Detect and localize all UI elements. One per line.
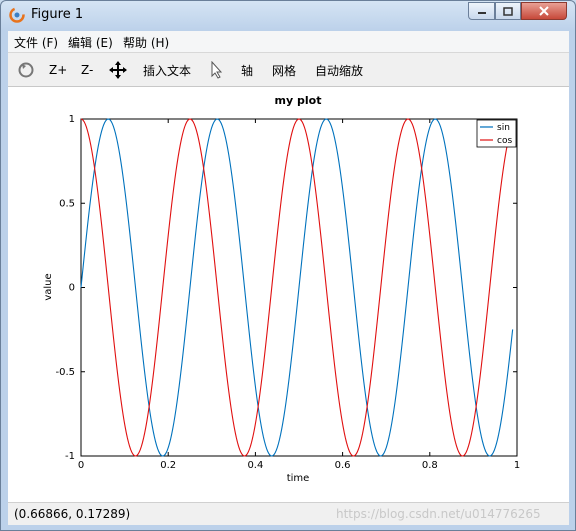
x-tick-label: 0.2 bbox=[160, 460, 176, 471]
y-tick-label: -1 bbox=[65, 451, 75, 462]
x-tick-label: 0 bbox=[78, 460, 84, 471]
zoom-in-button[interactable]: Z+ bbox=[49, 59, 67, 81]
menu-help[interactable]: 帮助 (H) bbox=[123, 34, 169, 51]
autoscale-button[interactable]: 自动缩放 bbox=[315, 59, 363, 81]
octave-app-icon bbox=[9, 7, 25, 23]
zoom-out-button[interactable]: Z- bbox=[81, 59, 93, 81]
rotate-button[interactable] bbox=[17, 59, 35, 81]
status-bar: (0.66866, 0.17289) https://blog.csdn.net… bbox=[8, 502, 569, 525]
y-tick-label: 0 bbox=[69, 283, 75, 294]
cursor-arrow-icon bbox=[211, 61, 223, 79]
menu-edit[interactable]: 编辑 (E) bbox=[68, 34, 113, 51]
x-tick-label: 0.4 bbox=[247, 460, 263, 471]
rotate-icon bbox=[18, 62, 34, 78]
menu-file[interactable]: 文件 (F) bbox=[14, 34, 58, 51]
menu-bar: 文件 (F) 编辑 (E) 帮助 (H) bbox=[8, 31, 569, 53]
maximize-button[interactable] bbox=[495, 2, 521, 20]
toolbar: Z+ Z- 插入文本 轴 网格 自动缩放 bbox=[8, 53, 569, 87]
x-tick-label: 0.8 bbox=[422, 460, 438, 471]
window-title: Figure 1 bbox=[31, 7, 84, 22]
client-area: 文件 (F) 编辑 (E) 帮助 (H) Z+ Z- 插入文本 轴 网格 自动缩… bbox=[8, 31, 569, 525]
close-button[interactable] bbox=[521, 2, 567, 20]
minimize-button[interactable] bbox=[468, 2, 495, 20]
plot-svg[interactable]: my plot 0 0.2 0.4 0.6 0.8 1 -1 -0.5 0 0.5 1 time v… bbox=[8, 87, 569, 502]
legend-label-sin: sin bbox=[497, 123, 510, 133]
minimize-icon bbox=[477, 12, 486, 14]
y-axis-label: value bbox=[43, 273, 54, 300]
legend-label-cos: cos bbox=[497, 136, 512, 146]
title-bar[interactable]: Figure 1 bbox=[1, 1, 575, 31]
x-axis-label: time bbox=[287, 473, 310, 484]
x-tick-label: 0.6 bbox=[335, 460, 351, 471]
axis-button[interactable]: 轴 bbox=[241, 59, 253, 81]
figure-window: Figure 1 文件 (F) 编辑 (E) 帮助 (H) Z+ Z- 插入文本… bbox=[0, 0, 576, 531]
maximize-icon bbox=[503, 6, 513, 16]
insert-text-button[interactable]: 插入文本 bbox=[143, 59, 191, 81]
y-tick-label: 0.5 bbox=[59, 198, 75, 209]
y-tick-label: 1 bbox=[69, 114, 75, 125]
grid-button[interactable]: 网格 bbox=[272, 59, 296, 81]
pan-arrows-icon bbox=[109, 61, 127, 79]
close-icon bbox=[539, 6, 549, 16]
pan-button[interactable] bbox=[109, 59, 127, 81]
select-button[interactable] bbox=[210, 59, 224, 81]
figure-canvas[interactable]: my plot 0 0.2 0.4 0.6 0.8 1 -1 -0.5 0 0.5 1 time v… bbox=[8, 87, 569, 502]
legend: sin cos bbox=[476, 119, 517, 148]
watermark-text: https://blog.csdn.net/u014776265 bbox=[336, 507, 541, 521]
cursor-coordinates: (0.66866, 0.17289) bbox=[14, 507, 131, 521]
chart-title: my plot bbox=[275, 94, 322, 107]
y-tick-label: -0.5 bbox=[55, 367, 75, 378]
x-tick-label: 1 bbox=[514, 460, 520, 471]
